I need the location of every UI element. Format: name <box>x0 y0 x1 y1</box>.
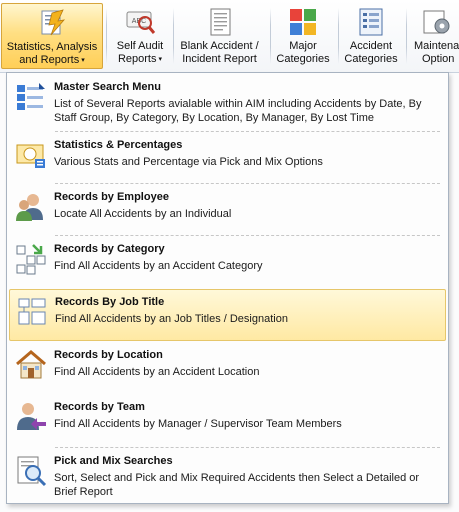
menu-item-description: Find All Accidents by an Accident Locati… <box>54 366 260 378</box>
menu-item-master-search[interactable]: Master Search Menu List of Several Repor… <box>9 75 446 129</box>
menu-item-title: Pick and Mix Searches <box>54 455 173 467</box>
button-label-line2: Option <box>422 53 455 65</box>
menu-divider <box>55 131 440 132</box>
menu-divider <box>55 183 440 184</box>
button-label-line1: Maintena <box>414 40 459 52</box>
menu-item-title: Records by Category <box>54 243 165 255</box>
button-label-line1: Blank Accident / <box>180 40 259 52</box>
menu-item-statistics[interactable]: Statistics & Percentages Various Stats a… <box>9 133 446 185</box>
menu-item-description: Sort, Select and Pick and Mix Required A… <box>54 472 420 498</box>
menu-divider <box>55 447 440 448</box>
job-title-icon <box>16 296 48 328</box>
category-icon <box>15 243 47 275</box>
ribbon-separator <box>406 8 407 64</box>
team-icon <box>15 401 47 433</box>
major-categories-button[interactable]: Major Categories <box>272 3 334 69</box>
button-label-line2: Incident Report <box>182 53 257 65</box>
self-audit-reports-button[interactable]: ABC Self Audit Reports ▾ <box>108 3 172 69</box>
menu-item-title: Records by Team <box>54 401 145 413</box>
menu-item-description: List of Several Reports avialable within… <box>54 98 422 124</box>
ribbon-separator <box>270 8 271 64</box>
menu-item-description: Various Stats and Percentage via Pick an… <box>54 156 323 168</box>
ribbon-separator <box>338 8 339 64</box>
button-label-line1: Accident <box>349 40 393 52</box>
dropdown-caret-icon: ▾ <box>81 57 85 64</box>
dropdown-caret-icon: ▾ <box>158 56 163 63</box>
menu-item-description: Find All Accidents by an Job Titles / De… <box>55 313 288 325</box>
menu-item-pick-and-mix[interactable]: Pick and Mix Searches Sort, Select and P… <box>9 449 446 501</box>
statistics-report-icon <box>36 7 68 39</box>
statistics-analysis-reports-button[interactable]: Statistics, Analysis and Reports ▾ <box>1 3 103 69</box>
menu-item-title: Records By Job Title <box>55 296 165 308</box>
button-label-line2: Reports ▾ <box>117 53 163 65</box>
menu-item-description: Find All Accidents by an Accident Catego… <box>54 260 263 272</box>
maintenance-icon <box>420 6 452 38</box>
menu-item-title: Master Search Menu <box>54 81 161 93</box>
self-audit-icon: ABC <box>124 6 156 38</box>
location-icon <box>15 349 47 381</box>
button-label-line1: Statistics, Analysis <box>6 41 98 53</box>
menu-item-records-by-employee[interactable]: Records by Employee Locate All Accidents… <box>9 185 446 237</box>
major-categories-icon <box>287 6 319 38</box>
ribbon-separator <box>106 8 107 64</box>
maintenance-options-button[interactable]: Maintena Option <box>408 3 459 69</box>
reports-dropdown-menu: Master Search Menu List of Several Repor… <box>6 72 449 504</box>
menu-item-records-by-team[interactable]: Records by Team Find All Accidents by Ma… <box>9 395 446 447</box>
menu-item-title: Records by Employee <box>54 191 169 203</box>
button-label-line2: Categories <box>276 53 330 65</box>
menu-item-description: Find All Accidents by Manager / Supervis… <box>54 418 342 430</box>
menu-item-description: Locate All Accidents by an Individual <box>54 208 232 220</box>
employee-icon <box>15 191 47 223</box>
menu-item-records-by-job-title[interactable]: Records By Job Title Find All Accidents … <box>9 289 446 341</box>
blank-report-icon <box>204 6 236 38</box>
menu-item-records-by-location[interactable]: Records by Location Find All Accidents b… <box>9 343 446 395</box>
menu-item-title: Statistics & Percentages <box>54 139 183 151</box>
button-label-line2: Categories <box>344 53 398 65</box>
ribbon-toolbar: Statistics, Analysis and Reports ▾ ABC Se… <box>0 0 459 73</box>
accident-categories-icon <box>355 6 387 38</box>
statistics-icon <box>15 139 47 171</box>
pick-and-mix-icon <box>15 455 47 487</box>
button-label-line2: and Reports ▾ <box>19 54 85 66</box>
accident-categories-button[interactable]: Accident Categories <box>340 3 402 69</box>
blank-accident-report-button[interactable]: Blank Accident / Incident Report <box>174 3 265 69</box>
menu-divider <box>55 235 440 236</box>
menu-item-records-by-category[interactable]: Records by Category Find All Accidents b… <box>9 237 446 289</box>
master-search-icon <box>15 81 47 113</box>
button-label-line1: Major <box>289 40 317 52</box>
menu-item-title: Records by Location <box>54 349 163 361</box>
button-label-line1: Self Audit <box>116 40 164 52</box>
